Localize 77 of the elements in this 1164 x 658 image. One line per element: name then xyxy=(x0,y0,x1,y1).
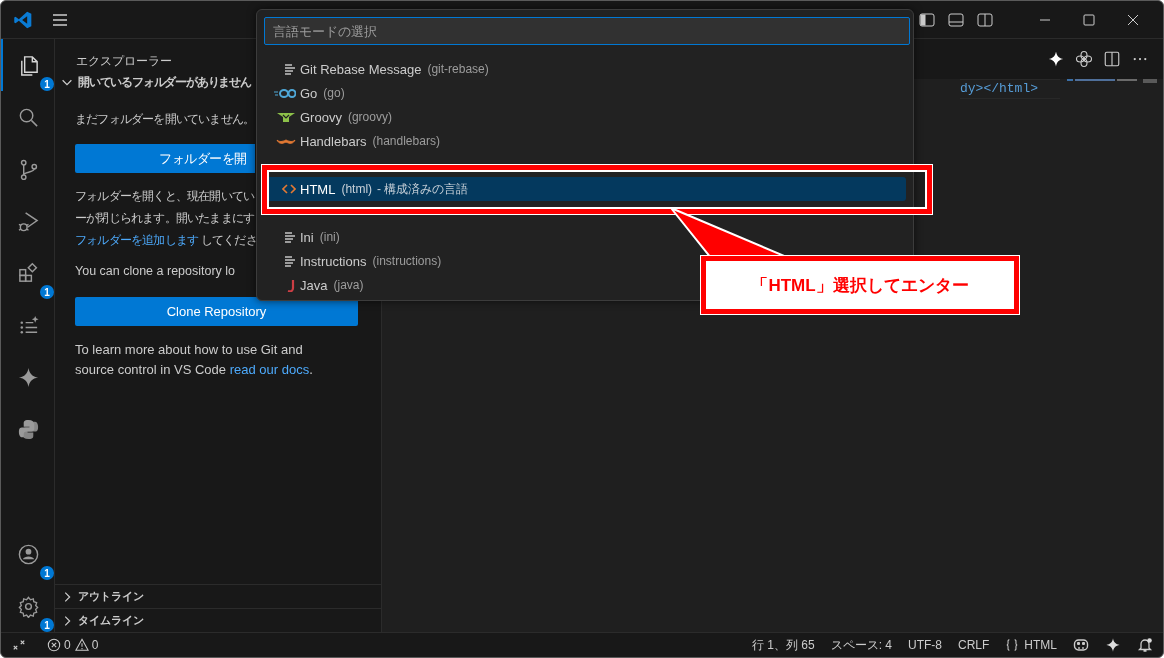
language-id: (java) xyxy=(333,278,364,292)
python-icon[interactable] xyxy=(17,417,40,441)
language-name: Instructions xyxy=(300,253,367,269)
language-option[interactable]: Groovy (groovy) xyxy=(264,105,398,129)
code-line: dy></html> xyxy=(960,79,1060,99)
maximize-icon[interactable] xyxy=(1081,11,1097,28)
language-id: (git-rebase) xyxy=(427,62,489,76)
section-header[interactable]: タイムライン xyxy=(78,613,144,628)
info-text: フォルダーを開くと、現在開いてい ーが閉じられます。開いたままにす フォルダーを追加します してくださ xyxy=(75,188,257,249)
scrollbar-thumb[interactable] xyxy=(1143,79,1157,83)
language-id: (instructions) xyxy=(372,254,442,268)
angle-brackets-icon xyxy=(282,182,296,196)
lines-icon xyxy=(284,254,296,268)
language-id: (ini) xyxy=(319,230,340,244)
message-text: まだフォルダーを開いていません。 xyxy=(75,111,255,128)
open-folder-button[interactable]: フォルダーを開 xyxy=(75,144,255,173)
git-info-text: To learn more about how to use Git and source control in VS Code read our docs. xyxy=(75,341,314,379)
language-option[interactable]: Git Rebase Message (git-rebase) xyxy=(264,57,495,81)
lines-icon xyxy=(284,230,296,244)
add-folder-link[interactable]: フォルダーを追加します xyxy=(75,233,199,247)
language-name: Java xyxy=(300,277,328,293)
status-item[interactable]: 行 1、列 65 xyxy=(743,636,823,654)
copilot-icon[interactable] xyxy=(1073,637,1089,653)
notification-badge: 1 xyxy=(40,285,54,299)
language-mode[interactable]: HTML xyxy=(997,638,1065,652)
gear-icon[interactable] xyxy=(17,594,40,618)
language-name: HTML xyxy=(300,181,336,197)
callout-label: 「HTML」選択してエンター xyxy=(701,256,1019,314)
section-header[interactable]: 開いているフォルダーがありません xyxy=(78,73,251,91)
clone-repository-button[interactable]: Clone Repository xyxy=(75,297,358,326)
warning-count[interactable]: 0 xyxy=(91,638,99,652)
language-id: (go) xyxy=(323,86,345,100)
knot-icon[interactable] xyxy=(1075,50,1093,68)
sparkle-icon[interactable] xyxy=(1105,637,1121,653)
language-name: Ini xyxy=(300,229,314,245)
sparkle-icon[interactable] xyxy=(1047,50,1065,68)
app-logo-icon[interactable] xyxy=(13,9,33,30)
language-option[interactable]: Instructions (instructions) xyxy=(264,249,448,273)
language-name: Git Rebase Message xyxy=(300,61,422,77)
language-search-field[interactable]: 言語モードの選択 xyxy=(264,17,910,45)
language-option[interactable]: Go (go) xyxy=(264,81,351,105)
braces-icon xyxy=(1005,638,1020,652)
error-icon xyxy=(47,638,61,652)
j-letter-icon xyxy=(286,278,296,292)
language-name: Go xyxy=(300,85,318,101)
go-icon xyxy=(274,86,296,100)
language-name: Groovy xyxy=(300,109,342,125)
error-count[interactable]: 0 xyxy=(64,638,71,652)
lines-icon xyxy=(284,62,296,76)
status-item[interactable]: UTF-8 xyxy=(900,638,950,652)
warning-icon xyxy=(74,638,89,652)
language-option[interactable]: Java (java) xyxy=(264,273,370,297)
account-icon[interactable] xyxy=(17,542,40,566)
sparkle-icon[interactable] xyxy=(17,365,40,389)
language-description: - 構成済みの言語 xyxy=(377,180,469,198)
notification-badge: 1 xyxy=(40,618,54,632)
status-item[interactable]: スペース: 4 xyxy=(822,636,900,654)
toggle-panel-icon[interactable] xyxy=(948,11,964,28)
notification-badge: 1 xyxy=(40,566,54,580)
language-id: (groovy) xyxy=(347,110,392,124)
menu-icon[interactable] xyxy=(52,11,68,28)
language-option[interactable]: Handlebars (handlebars) xyxy=(264,129,446,153)
toggle-secondary-sidebar-icon[interactable] xyxy=(977,11,993,28)
language-option[interactable]: Ini (ini) xyxy=(264,225,346,249)
section-header[interactable]: アウトライン xyxy=(78,589,144,604)
language-id: (handlebars) xyxy=(372,134,440,148)
extensions-icon[interactable] xyxy=(17,261,40,285)
bell-icon[interactable] xyxy=(1137,637,1153,653)
notification-badge: 1 xyxy=(40,77,54,91)
status-item[interactable]: CRLF xyxy=(950,638,998,652)
toggle-sidebar-icon[interactable] xyxy=(919,11,935,28)
language-name: Handlebars xyxy=(300,133,367,149)
groovy-icon xyxy=(276,110,296,124)
language-id: (html) xyxy=(341,182,373,196)
sidebar-title: エクスプローラー xyxy=(76,53,172,70)
split-editor-icon[interactable] xyxy=(1103,50,1121,68)
clone-text: You can clone a repository lo xyxy=(75,263,236,280)
